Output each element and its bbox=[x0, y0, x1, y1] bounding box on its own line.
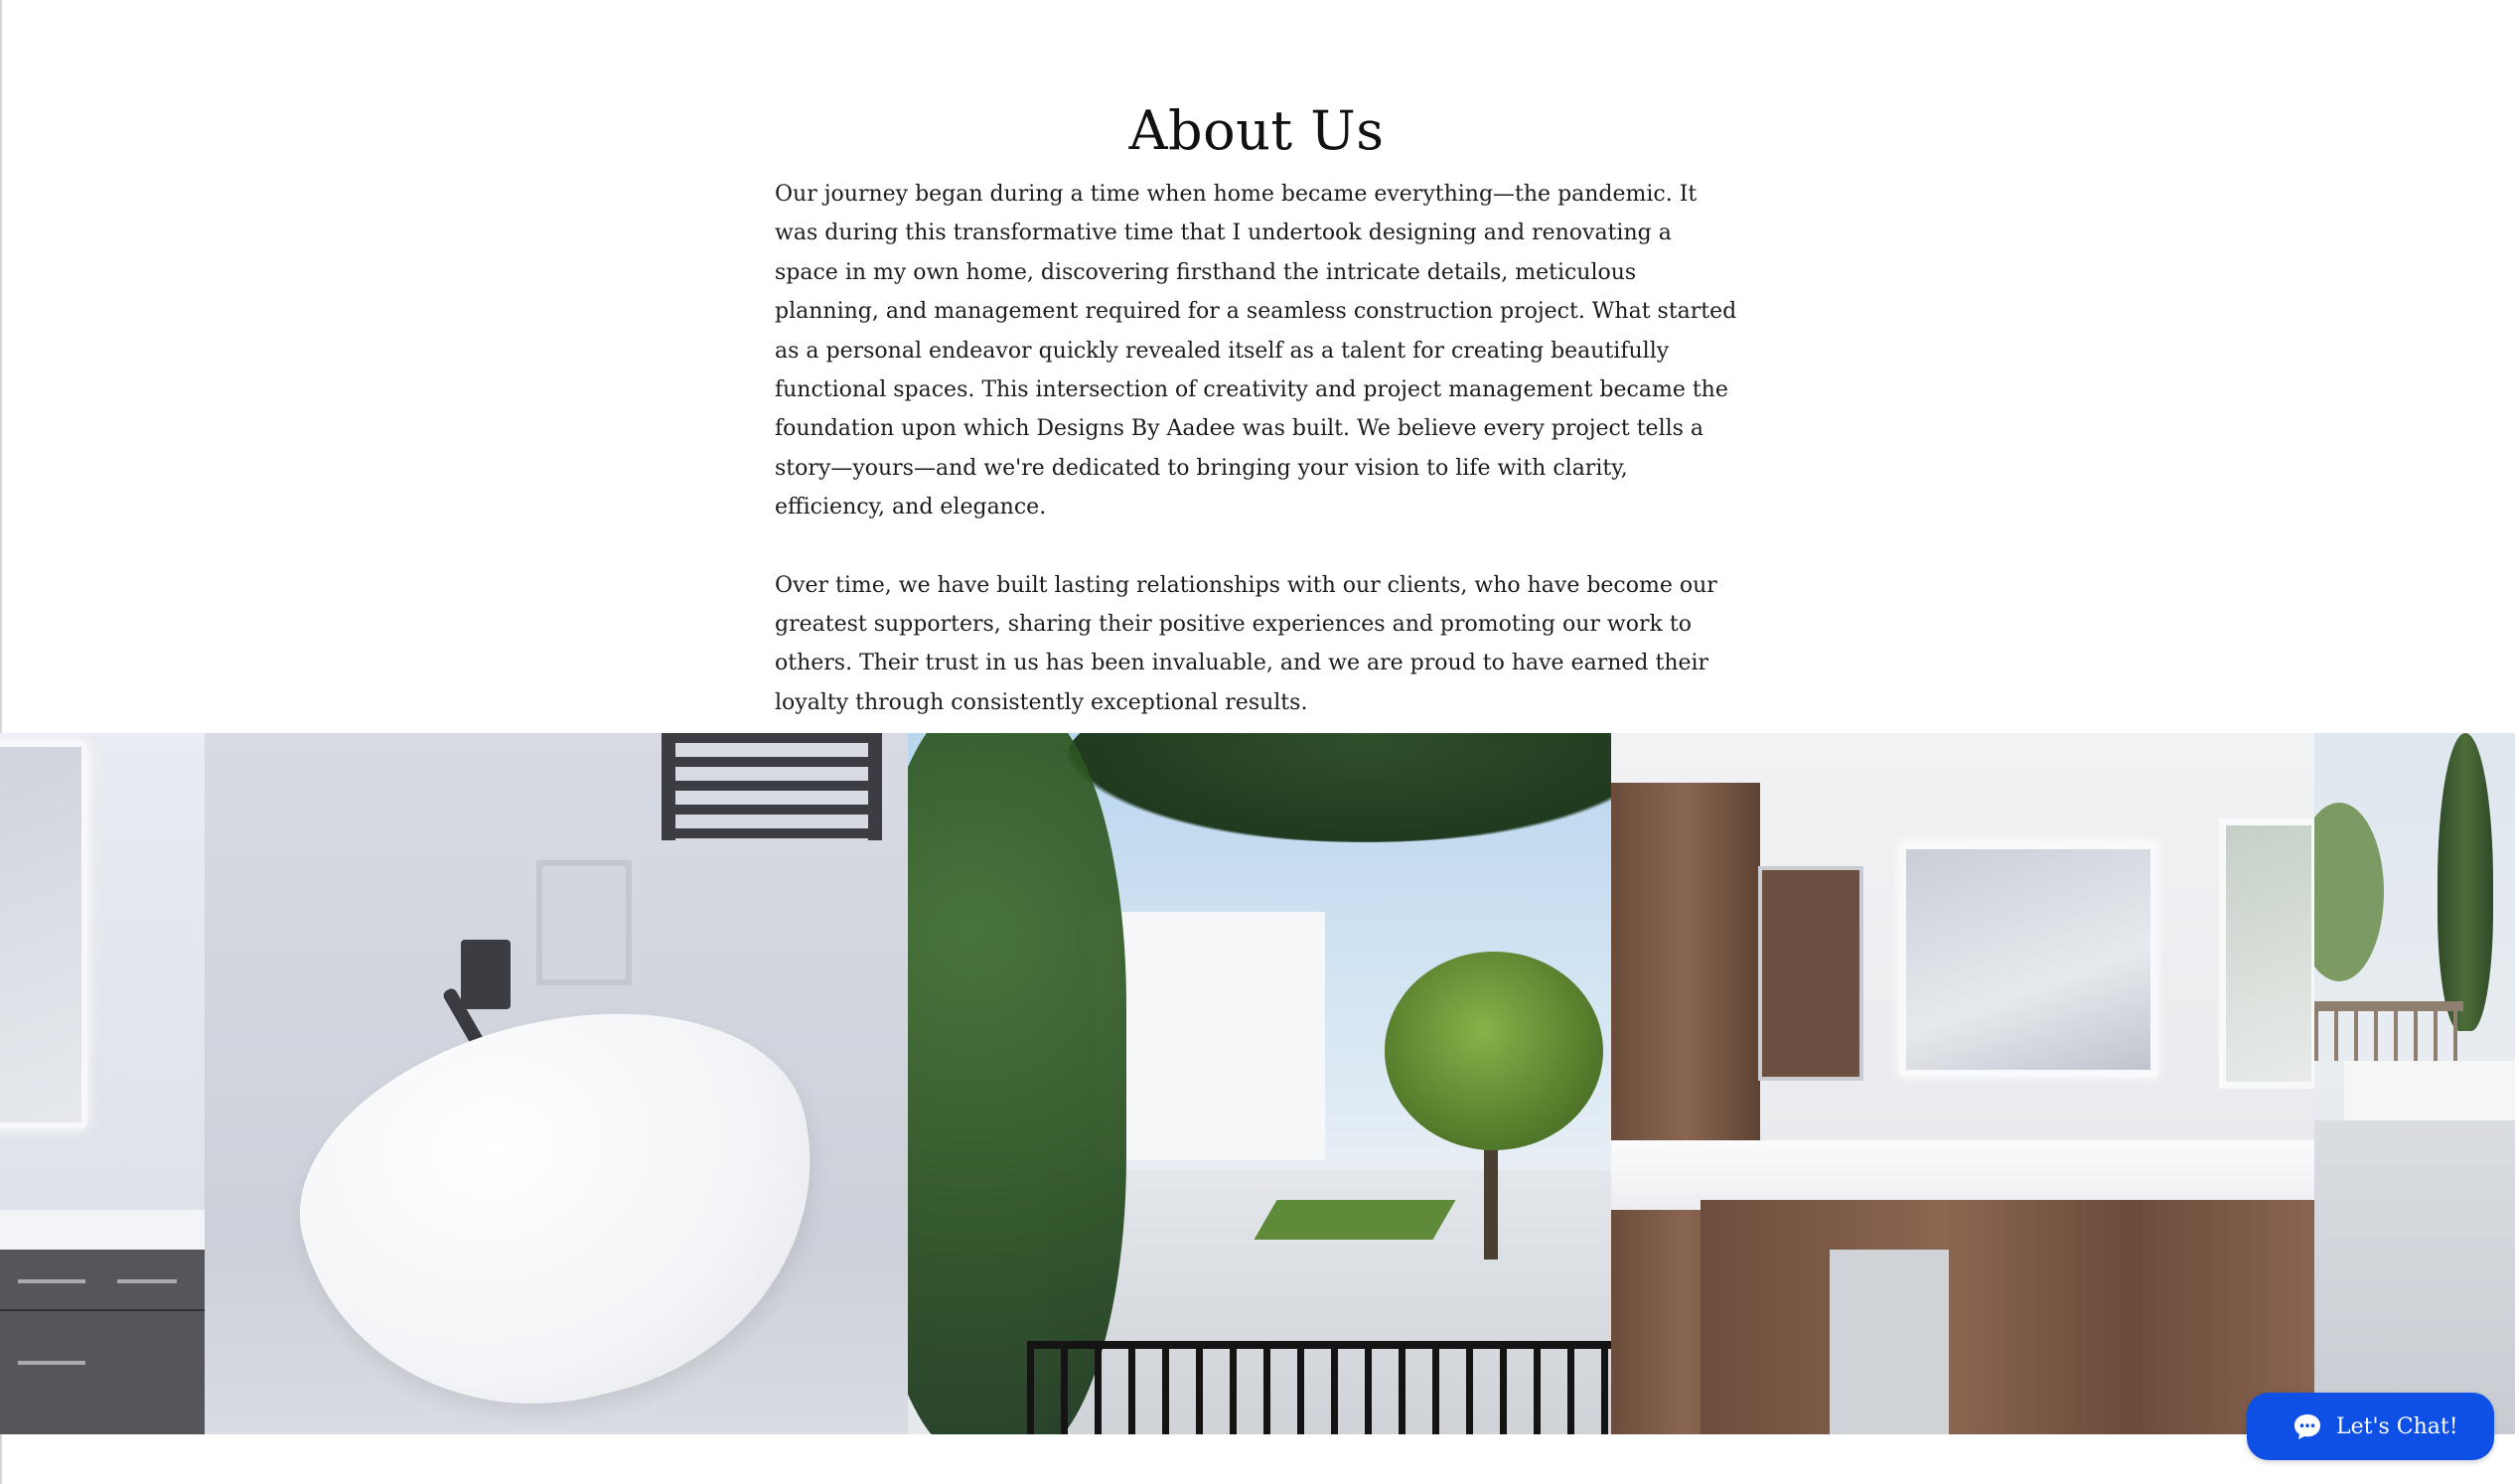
gallery-image-backyard-patio[interactable] bbox=[908, 733, 1611, 1434]
gallery-image-patio-partial[interactable] bbox=[2314, 733, 2515, 1434]
chat-label: Let's Chat! bbox=[2336, 1413, 2458, 1439]
gallery-image-vanity-partial[interactable] bbox=[0, 733, 205, 1434]
about-paragraph-1: Our journey began during a time when hom… bbox=[775, 182, 1737, 520]
lets-chat-button[interactable]: Let's Chat! bbox=[2247, 1393, 2494, 1460]
image-gallery bbox=[0, 733, 2515, 1434]
gallery-image-double-vanity[interactable] bbox=[1611, 733, 2314, 1434]
about-heading: About Us bbox=[1128, 99, 1385, 162]
about-section: About Us Our journey began during a time… bbox=[775, 91, 1738, 722]
gallery-image-freestanding-bathtub[interactable] bbox=[205, 733, 908, 1434]
about-paragraph-2: Over time, we have built lasting relatio… bbox=[775, 572, 1717, 715]
chat-bubble-icon bbox=[2294, 1414, 2320, 1439]
